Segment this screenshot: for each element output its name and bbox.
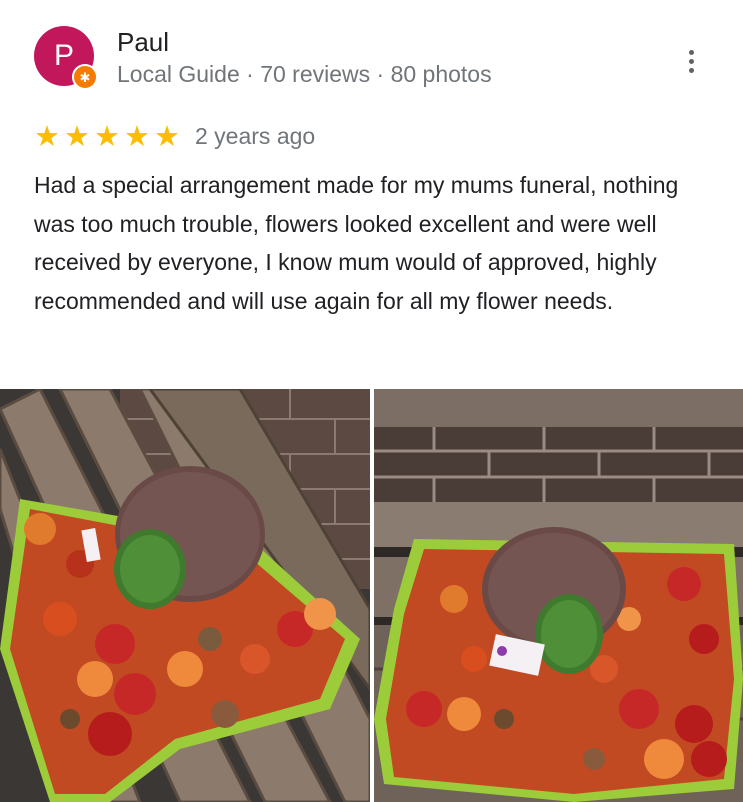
funeral-arrangement-against-brick-wall-photo: [374, 389, 743, 802]
star-icon: ★: [124, 121, 150, 153]
star-icon: ★: [154, 121, 180, 153]
review-photo-1[interactable]: [0, 389, 370, 802]
more-options-button[interactable]: [676, 44, 706, 78]
review-photo-2[interactable]: [374, 389, 743, 802]
review-card: P ✱ Paul Local Guide · 70 reviews · 80 p…: [0, 0, 743, 802]
reviewer-name[interactable]: Paul: [117, 27, 169, 58]
star-icon: ★: [64, 121, 90, 153]
reviewer-meta[interactable]: Local Guide · 70 reviews · 80 photos: [117, 61, 492, 88]
review-time: 2 years ago: [195, 123, 316, 149]
star-icon: ★: [94, 121, 120, 153]
review-text: Had a special arrangement made for my mu…: [34, 172, 679, 314]
avatar-letter: P: [53, 39, 74, 72]
more-vert-icon: [688, 49, 694, 55]
star-icon: ★: [34, 121, 60, 153]
local-guide-badge-icon: ✱: [72, 64, 98, 90]
funeral-arrangement-on-bench-photo: [0, 389, 370, 802]
star-rating: ★ ★ ★ ★ ★: [34, 122, 180, 152]
